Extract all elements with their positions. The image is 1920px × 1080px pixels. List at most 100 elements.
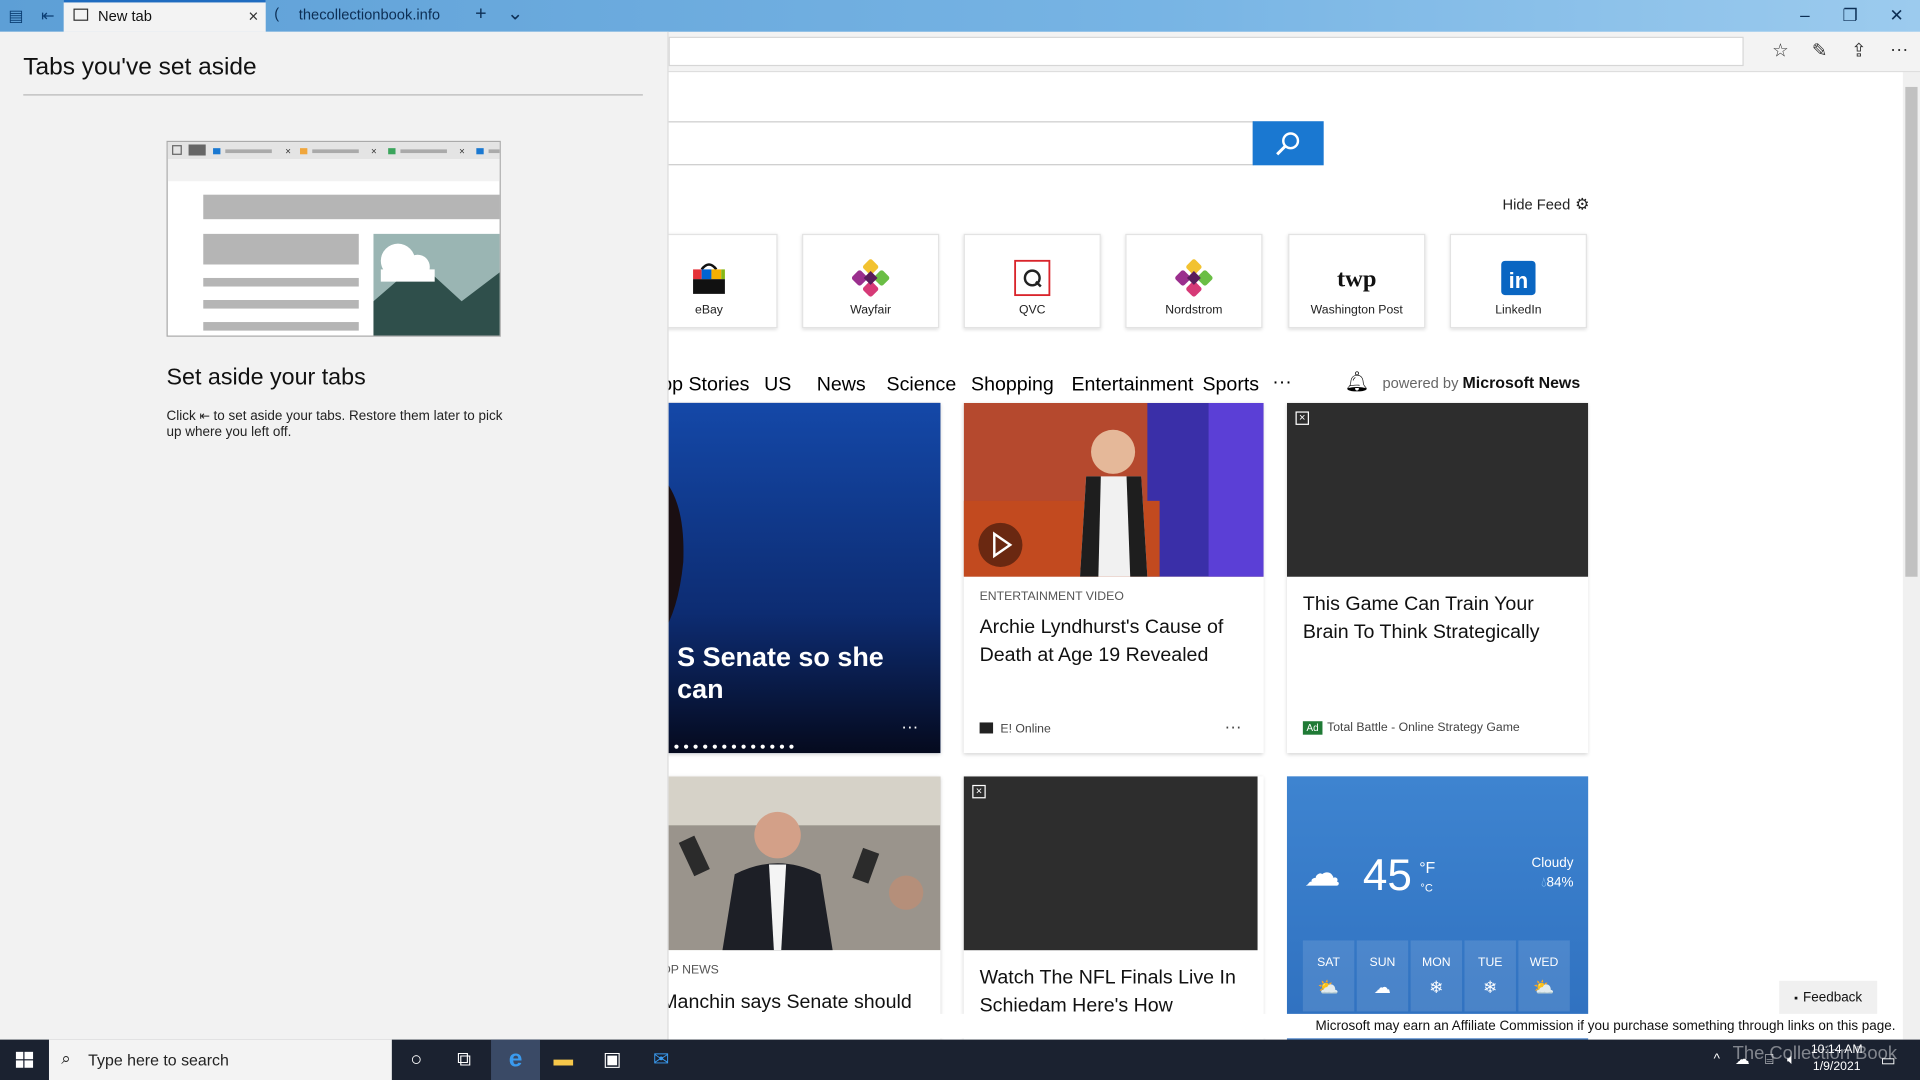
edge-icon[interactable]: e (491, 1039, 541, 1080)
file-explorer-icon[interactable]: ▬ (539, 1040, 588, 1080)
panel-description: Click ⇤ to set aside your tabs. Restore … (167, 409, 510, 441)
tabs-aside-icon[interactable]: ▤ (6, 6, 26, 26)
scrollbar-thumb[interactable] (1905, 86, 1918, 577)
search-input[interactable] (661, 121, 1254, 166)
feedback-icon: ▪ (1794, 991, 1799, 1005)
ad-close-icon[interactable]: × (1295, 411, 1309, 425)
top-site-qvc[interactable]: QVC (963, 233, 1101, 329)
notifications-icon[interactable]: ▭ (1873, 1040, 1902, 1080)
card-category: OP NEWS (661, 963, 719, 978)
forecast-day[interactable]: SUN ☁ (1356, 940, 1409, 1012)
ad-card-total-battle[interactable]: × This Game Can Train Your Brain To Thin… (1286, 402, 1589, 754)
top-site-label: Nordstrom (1165, 303, 1223, 318)
tab-thecollectionbook[interactable]: ( thecollectionbook.info (267, 0, 465, 32)
top-site-label: Washington Post (1310, 303, 1403, 318)
svg-text:×: × (285, 146, 291, 157)
cloud-icon: ☁ (1373, 977, 1392, 997)
wayfair-icon (851, 259, 890, 297)
top-site-label: Wayfair (850, 303, 892, 318)
close-window-button[interactable]: ✕ (1878, 5, 1915, 26)
linkedin-icon: in (1501, 260, 1536, 296)
clock-time: 10:14 AM (1810, 1043, 1863, 1057)
pen-icon[interactable]: ✎ (1806, 39, 1833, 61)
card-headline: This Game Can Train Your Brain To Think … (1302, 593, 1540, 643)
more-options-icon[interactable]: ··· (901, 716, 918, 736)
top-site-washington-post[interactable]: twp Washington Post (1288, 233, 1426, 329)
scrollbar[interactable] (1902, 72, 1920, 1040)
powered-brand: Microsoft News (1462, 373, 1581, 392)
task-view-icon[interactable]: ⧉ (440, 1040, 489, 1080)
favorites-icon[interactable]: ☆ (1767, 39, 1794, 61)
store-icon[interactable]: ▣ (588, 1040, 637, 1080)
nav-more-button[interactable]: ··· (1272, 372, 1292, 394)
tab-shopping[interactable]: Shopping (971, 375, 1054, 397)
hide-feed-button[interactable]: Hide Feed ⚙ (1502, 195, 1589, 215)
share-icon[interactable]: ⇪ (1845, 39, 1872, 61)
tab-news[interactable]: News (817, 375, 866, 397)
new-tab-button[interactable]: + (475, 4, 486, 26)
tab-science[interactable]: Science (887, 375, 957, 397)
ad-image (1286, 402, 1589, 577)
top-site-linkedin[interactable]: in LinkedIn (1449, 233, 1587, 329)
more-options-icon[interactable]: ··· (1225, 716, 1242, 736)
panel-text-after: to set aside your tabs. Restore them lat… (166, 408, 503, 440)
forecast-day[interactable]: MON ❄ (1410, 940, 1463, 1012)
tab-top-stories[interactable]: op Stories (661, 375, 749, 397)
top-site-nordstrom[interactable]: Nordstrom (1125, 233, 1263, 329)
feedback-button[interactable]: ▪ Feedback (1779, 980, 1878, 1016)
top-site-wayfair[interactable]: Wayfair (802, 233, 940, 329)
carousel-dots[interactable]: ●●●●●●●●●●●●● (673, 741, 798, 752)
taskbar-search-placeholder: Type here to search (88, 1050, 229, 1069)
address-bar[interactable] (668, 36, 1744, 67)
clock[interactable]: 10:14 AM 1/9/2021 (1800, 1042, 1873, 1076)
source-logo-icon (979, 722, 994, 734)
close-tab-icon[interactable]: × (248, 6, 258, 26)
search-button[interactable] (1252, 121, 1324, 166)
restore-button[interactable]: ❐ (1832, 5, 1869, 26)
forecast-day-label: SAT (1317, 956, 1341, 970)
news-card-manchin[interactable]: OP NEWS Manchin says Senate should (661, 776, 941, 1040)
lead-headline: S Senate so she can (677, 641, 884, 705)
qvc-icon (1014, 259, 1051, 297)
tab-us[interactable]: US (764, 375, 791, 397)
cloud-sync-icon[interactable]: ☁ (1729, 1040, 1756, 1080)
cloud-icon: ☁ (1304, 853, 1341, 894)
mail-icon[interactable]: ✉ (637, 1040, 686, 1080)
forecast-day-label: SUN (1369, 956, 1396, 970)
ad-badge: Ad (1302, 721, 1323, 735)
search-icon: ⌕ (61, 1048, 71, 1068)
set-aside-tabs-icon: ⇤ (199, 410, 210, 424)
unit-fahrenheit[interactable]: °F (1419, 858, 1435, 876)
card-headline: Manchin says Senate should (661, 991, 912, 1013)
tab-list-button[interactable]: ⌄ (507, 1, 523, 25)
card-source: E! Online (979, 722, 1051, 736)
start-button[interactable] (0, 1040, 49, 1080)
forecast-day[interactable]: WED ⛅ (1518, 940, 1570, 1012)
news-card-archie[interactable]: ENTERTAINMENT VIDEO Archie Lyndhurst's C… (963, 402, 1264, 754)
tab-entertainment[interactable]: Entertainment (1071, 375, 1193, 397)
set-aside-tabs-icon[interactable]: ⇤ (38, 6, 58, 26)
unit-celsius[interactable]: °C (1420, 882, 1432, 894)
archie-video-thumbnail (963, 402, 1264, 577)
source-label: E! Online (1000, 722, 1051, 736)
forecast-day[interactable]: TUE ❄ (1464, 940, 1516, 1012)
clock-date: 1/9/2021 (1812, 1060, 1861, 1074)
tab-sports[interactable]: Sports (1202, 375, 1259, 397)
top-site-label: LinkedIn (1495, 303, 1542, 318)
cortana-icon[interactable]: ○ (392, 1040, 441, 1080)
weather-card[interactable]: ☁ 45 °F °C Cloudy 💧︎84% SAT ⛅ SUN ☁ MON ❄ T… (1286, 776, 1589, 1040)
taskbar: ⌕ Type here to search ○ ⧉ e ▬ ▣ ✉ The Co… (0, 1039, 1920, 1080)
tab-new-tab[interactable]: New tab × (63, 0, 266, 32)
ad-card-nfl[interactable]: × Watch The NFL Finals Live In Schiedam … (963, 776, 1264, 1040)
taskbar-search[interactable]: ⌕ Type here to search (48, 1039, 392, 1080)
chevron-up-icon[interactable]: ^ (1705, 1040, 1729, 1080)
more-icon[interactable]: ··· (1886, 39, 1913, 60)
weather-humidity: 💧︎84% (1541, 876, 1573, 892)
partly-cloudy-icon: ⛅ (1533, 977, 1555, 997)
minimize-button[interactable]: – (1787, 5, 1824, 25)
card-headline: Watch The NFL Finals Live In Schiedam He… (979, 967, 1236, 1017)
ad-close-icon[interactable]: × (972, 784, 986, 799)
bell-icon[interactable]: 🔔︎ (1345, 370, 1370, 394)
forecast-day[interactable]: SAT ⛅ (1302, 940, 1355, 1012)
lead-story-card[interactable]: S Senate so she can ●●●●●●●●●●●●● ··· (661, 402, 941, 754)
